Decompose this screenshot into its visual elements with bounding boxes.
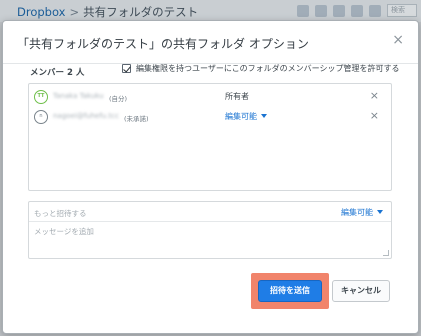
invite-divider [29,221,391,222]
member-role-dropdown[interactable]: 編集可能 [225,111,267,122]
member-count-label: メンバー 2 人 [30,68,85,78]
close-icon[interactable]: × [392,33,404,47]
invite-role-dropdown[interactable]: 編集可能 [341,207,383,218]
invite-role-label: 編集可能 [341,208,373,217]
message-textarea[interactable] [34,226,374,254]
resize-grip-icon[interactable] [383,250,389,256]
new-folder-icon[interactable] [315,4,327,17]
invite-input[interactable] [34,207,314,219]
app-header: Dropbox > 共有フォルダのテスト 検索 [0,0,421,22]
send-invite-button[interactable]: 招待を送信 [258,280,322,302]
members-list: TT Tanaka Takuku (自分) 所有者 × n nagoei@fuh… [28,83,392,191]
share-icon[interactable] [333,4,345,17]
avatar: TT [34,90,48,104]
member-row: n nagoei@fuhefu.tcc (未承諾) 編集可能 × [29,106,391,126]
avatar: n [34,110,48,124]
member-role: 所有者 [225,92,249,101]
member-self-tag: (自分) [109,95,128,103]
breadcrumb-separator: > [69,5,80,19]
allow-editors-label: 編集権限を持つユーザーにこのフォルダのメンバーシップ管理を許可する [136,64,400,73]
breadcrumb: Dropbox > 共有フォルダのテスト [17,4,198,20]
allow-editors-checkbox[interactable] [122,64,131,73]
breadcrumb-root[interactable]: Dropbox [17,5,65,19]
breadcrumb-current: 共有フォルダのテスト [83,5,199,19]
member-name: nagoei@fuhefu.tcc [53,112,119,120]
remove-member-icon[interactable]: × [370,109,379,122]
search-input[interactable]: 検索 [387,4,417,17]
allow-editors-option[interactable]: 編集権限を持つユーザーにこのフォルダのメンバーシップ管理を許可する [122,63,400,74]
link-icon[interactable] [351,4,363,17]
member-pending-tag: (未承諾) [124,115,149,123]
remove-member-icon[interactable]: × [370,89,379,102]
chevron-down-icon [261,114,267,118]
toolbar: 検索 [297,4,417,17]
dialog-title: 「共有フォルダのテスト」の共有フォルダ オプション [17,37,309,51]
member-row: TT Tanaka Takuku (自分) 所有者 × [29,86,391,106]
upload-icon[interactable] [297,4,309,17]
member-name: Tanaka Takuku [53,92,104,100]
member-role-label: 編集可能 [225,112,257,121]
invite-box: 編集可能 [28,201,392,259]
cancel-button[interactable]: キャンセル [332,280,390,302]
chevron-down-icon [377,210,383,214]
delete-icon[interactable] [369,4,381,17]
